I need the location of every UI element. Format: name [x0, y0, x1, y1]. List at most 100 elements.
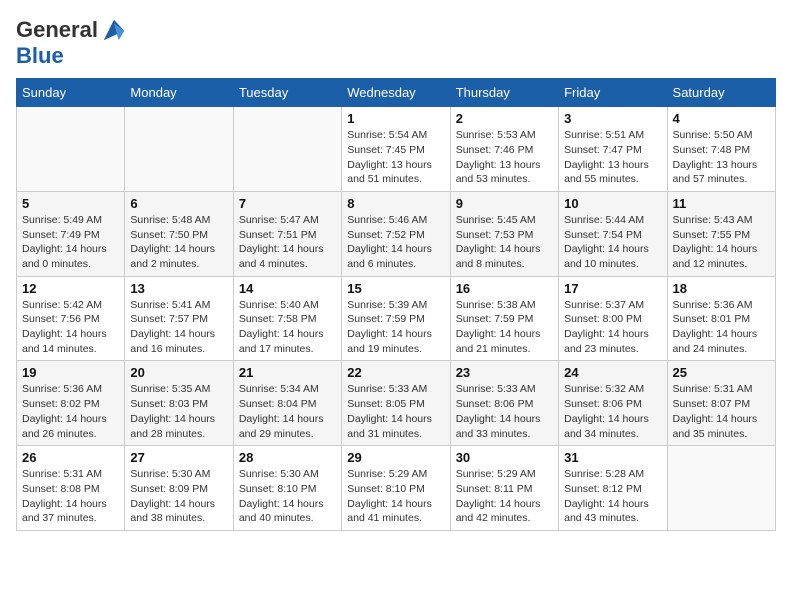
cell-info-text: Sunrise: 5:30 AM Sunset: 8:10 PM Dayligh… — [239, 467, 336, 526]
cell-info-text: Sunrise: 5:54 AM Sunset: 7:45 PM Dayligh… — [347, 128, 444, 187]
cell-info-text: Sunrise: 5:32 AM Sunset: 8:06 PM Dayligh… — [564, 382, 661, 441]
cell-info-text: Sunrise: 5:37 AM Sunset: 8:00 PM Dayligh… — [564, 298, 661, 357]
cell-day-number: 21 — [239, 365, 336, 380]
cell-info-text: Sunrise: 5:31 AM Sunset: 8:07 PM Dayligh… — [673, 382, 770, 441]
cell-info-text: Sunrise: 5:45 AM Sunset: 7:53 PM Dayligh… — [456, 213, 553, 272]
cell-info-text: Sunrise: 5:50 AM Sunset: 7:48 PM Dayligh… — [673, 128, 770, 187]
calendar-cell: 5 Sunrise: 5:49 AM Sunset: 7:49 PM Daylig… — [17, 191, 125, 276]
cell-info-text: Sunrise: 5:42 AM Sunset: 7:56 PM Dayligh… — [22, 298, 119, 357]
cell-info-text: Sunrise: 5:28 AM Sunset: 8:12 PM Dayligh… — [564, 467, 661, 526]
logo: General Blue — [16, 16, 128, 68]
calendar-week-row: 26Sunrise: 5:31 AM Sunset: 8:08 PM Dayli… — [17, 446, 776, 531]
cell-day-number: 14 — [239, 281, 336, 296]
cell-day-number: 29 — [347, 450, 444, 465]
cell-info-text: Sunrise: 5:44 AM Sunset: 7:54 PM Dayligh… — [564, 213, 661, 272]
cell-day-number: 2 — [456, 111, 553, 126]
cell-day-number: 15 — [347, 281, 444, 296]
calendar-cell: 2 Sunrise: 5:53 AM Sunset: 7:46 PM Daylig… — [450, 107, 558, 192]
cell-info-text: Sunrise: 5:33 AM Sunset: 8:05 PM Dayligh… — [347, 382, 444, 441]
cell-day-number: 3 — [564, 111, 661, 126]
cell-day-number: 4 — [673, 111, 770, 126]
cell-day-number: 22 — [347, 365, 444, 380]
cell-day-number: 20 — [130, 365, 227, 380]
calendar-cell: 14 Sunrise: 5:40 AM Sunset: 7:58 PM Dayli… — [233, 276, 341, 361]
weekday-header-cell: Thursday — [450, 79, 558, 107]
cell-info-text: Sunrise: 5:53 AM Sunset: 7:46 PM Dayligh… — [456, 128, 553, 187]
calendar-cell — [667, 446, 775, 531]
calendar-cell: 29Sunrise: 5:29 AM Sunset: 8:10 PM Dayli… — [342, 446, 450, 531]
calendar-cell: 22 Sunrise: 5:33 AM Sunset: 8:05 PM Dayli… — [342, 361, 450, 446]
calendar-cell: 13 Sunrise: 5:41 AM Sunset: 7:57 PM Dayli… — [125, 276, 233, 361]
cell-day-number: 9 — [456, 196, 553, 211]
cell-day-number: 25 — [673, 365, 770, 380]
cell-day-number: 6 — [130, 196, 227, 211]
cell-day-number: 11 — [673, 196, 770, 211]
cell-info-text: Sunrise: 5:46 AM Sunset: 7:52 PM Dayligh… — [347, 213, 444, 272]
cell-day-number: 7 — [239, 196, 336, 211]
calendar-cell: 21Sunrise: 5:34 AM Sunset: 8:04 PM Dayli… — [233, 361, 341, 446]
cell-info-text: Sunrise: 5:30 AM Sunset: 8:09 PM Dayligh… — [130, 467, 227, 526]
cell-info-text: Sunrise: 5:40 AM Sunset: 7:58 PM Dayligh… — [239, 298, 336, 357]
cell-info-text: Sunrise: 5:49 AM Sunset: 7:49 PM Dayligh… — [22, 213, 119, 272]
cell-day-number: 1 — [347, 111, 444, 126]
cell-info-text: Sunrise: 5:36 AM Sunset: 8:02 PM Dayligh… — [22, 382, 119, 441]
logo-icon — [100, 16, 128, 44]
cell-day-number: 5 — [22, 196, 119, 211]
cell-day-number: 13 — [130, 281, 227, 296]
calendar-cell: 18 Sunrise: 5:36 AM Sunset: 8:01 PM Dayli… — [667, 276, 775, 361]
cell-day-number: 19 — [22, 365, 119, 380]
cell-day-number: 12 — [22, 281, 119, 296]
weekday-header-cell: Sunday — [17, 79, 125, 107]
weekday-header-row: SundayMondayTuesdayWednesdayThursdayFrid… — [17, 79, 776, 107]
calendar-cell: 23 Sunrise: 5:33 AM Sunset: 8:06 PM Dayli… — [450, 361, 558, 446]
cell-info-text: Sunrise: 5:43 AM Sunset: 7:55 PM Dayligh… — [673, 213, 770, 272]
calendar-cell — [233, 107, 341, 192]
logo-general: General — [16, 18, 98, 42]
calendar-cell: 24 Sunrise: 5:32 AM Sunset: 8:06 PM Dayli… — [559, 361, 667, 446]
cell-day-number: 23 — [456, 365, 553, 380]
cell-info-text: Sunrise: 5:35 AM Sunset: 8:03 PM Dayligh… — [130, 382, 227, 441]
cell-day-number: 8 — [347, 196, 444, 211]
cell-info-text: Sunrise: 5:29 AM Sunset: 8:11 PM Dayligh… — [456, 467, 553, 526]
logo-blue: Blue — [16, 44, 128, 68]
calendar-cell — [125, 107, 233, 192]
calendar-week-row: 12 Sunrise: 5:42 AM Sunset: 7:56 PM Dayli… — [17, 276, 776, 361]
weekday-header-cell: Saturday — [667, 79, 775, 107]
calendar-cell: 15 Sunrise: 5:39 AM Sunset: 7:59 PM Dayli… — [342, 276, 450, 361]
calendar-cell: 7 Sunrise: 5:47 AM Sunset: 7:51 PM Daylig… — [233, 191, 341, 276]
calendar-cell: 3 Sunrise: 5:51 AM Sunset: 7:47 PM Daylig… — [559, 107, 667, 192]
calendar-cell — [17, 107, 125, 192]
cell-info-text: Sunrise: 5:33 AM Sunset: 8:06 PM Dayligh… — [456, 382, 553, 441]
calendar-cell: 1 Sunrise: 5:54 AM Sunset: 7:45 PM Daylig… — [342, 107, 450, 192]
cell-day-number: 30 — [456, 450, 553, 465]
weekday-header-cell: Friday — [559, 79, 667, 107]
calendar-week-row: 5 Sunrise: 5:49 AM Sunset: 7:49 PM Daylig… — [17, 191, 776, 276]
calendar-cell: 28Sunrise: 5:30 AM Sunset: 8:10 PM Dayli… — [233, 446, 341, 531]
calendar-cell: 12 Sunrise: 5:42 AM Sunset: 7:56 PM Dayli… — [17, 276, 125, 361]
calendar-cell: 26Sunrise: 5:31 AM Sunset: 8:08 PM Dayli… — [17, 446, 125, 531]
cell-info-text: Sunrise: 5:39 AM Sunset: 7:59 PM Dayligh… — [347, 298, 444, 357]
cell-day-number: 27 — [130, 450, 227, 465]
cell-day-number: 18 — [673, 281, 770, 296]
calendar-cell: 9 Sunrise: 5:45 AM Sunset: 7:53 PM Daylig… — [450, 191, 558, 276]
cell-day-number: 24 — [564, 365, 661, 380]
calendar-cell: 25 Sunrise: 5:31 AM Sunset: 8:07 PM Dayli… — [667, 361, 775, 446]
cell-day-number: 16 — [456, 281, 553, 296]
calendar-cell: 10 Sunrise: 5:44 AM Sunset: 7:54 PM Dayli… — [559, 191, 667, 276]
cell-day-number: 31 — [564, 450, 661, 465]
cell-info-text: Sunrise: 5:51 AM Sunset: 7:47 PM Dayligh… — [564, 128, 661, 187]
calendar-cell: 17 Sunrise: 5:37 AM Sunset: 8:00 PM Dayli… — [559, 276, 667, 361]
cell-day-number: 10 — [564, 196, 661, 211]
calendar-cell: 27 Sunrise: 5:30 AM Sunset: 8:09 PM Dayli… — [125, 446, 233, 531]
cell-info-text: Sunrise: 5:36 AM Sunset: 8:01 PM Dayligh… — [673, 298, 770, 357]
cell-info-text: Sunrise: 5:41 AM Sunset: 7:57 PM Dayligh… — [130, 298, 227, 357]
cell-info-text: Sunrise: 5:47 AM Sunset: 7:51 PM Dayligh… — [239, 213, 336, 272]
cell-day-number: 17 — [564, 281, 661, 296]
calendar-cell: 19 Sunrise: 5:36 AM Sunset: 8:02 PM Dayli… — [17, 361, 125, 446]
calendar-cell: 16Sunrise: 5:38 AM Sunset: 7:59 PM Dayli… — [450, 276, 558, 361]
calendar-cell: 6Sunrise: 5:48 AM Sunset: 7:50 PM Daylig… — [125, 191, 233, 276]
calendar-cell: 4 Sunrise: 5:50 AM Sunset: 7:48 PM Daylig… — [667, 107, 775, 192]
weekday-header-cell: Tuesday — [233, 79, 341, 107]
cell-day-number: 26 — [22, 450, 119, 465]
calendar-cell: 11 Sunrise: 5:43 AM Sunset: 7:55 PM Dayli… — [667, 191, 775, 276]
